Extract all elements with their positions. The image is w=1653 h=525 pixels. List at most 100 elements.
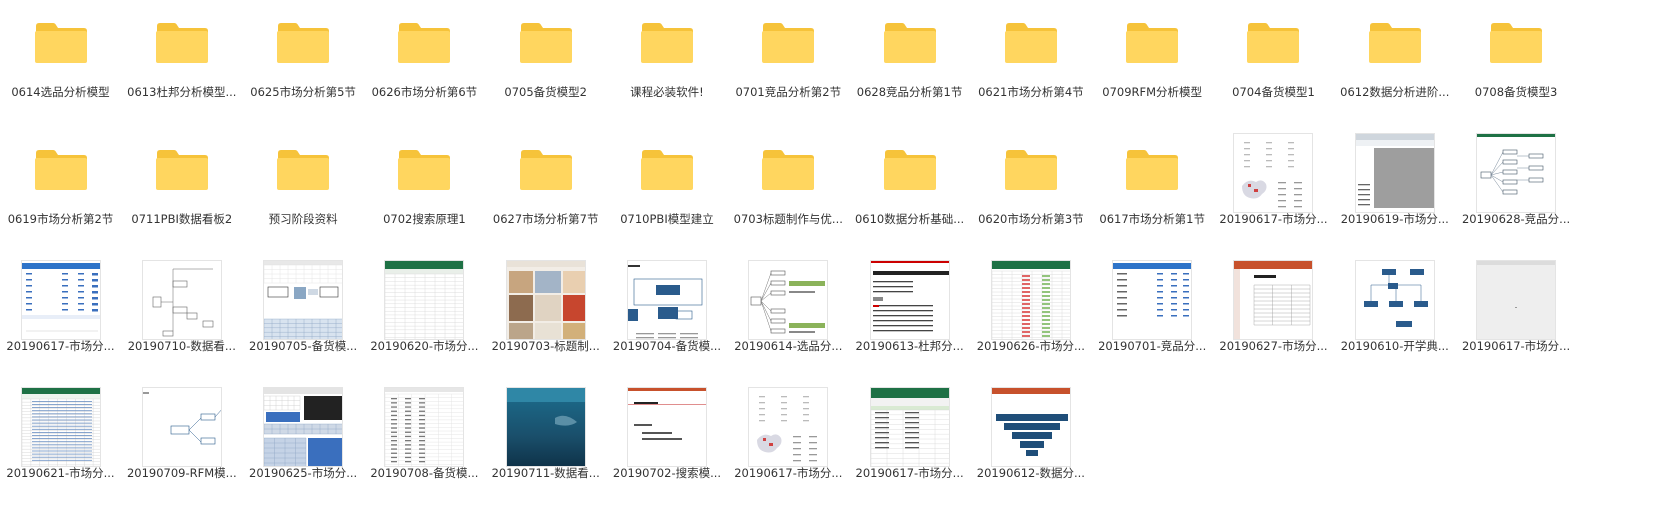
item-label: 0625市场分析第5节 (250, 85, 356, 99)
folder-item[interactable]: 0708备货模型3 (1456, 6, 1577, 133)
file-thumbnail (869, 387, 950, 467)
folder-item[interactable]: 0617市场分析第1节 (1092, 133, 1213, 260)
folder-icon (34, 22, 88, 64)
item-label: 20190705-备货模... (249, 339, 358, 353)
item-thumbnail-area (243, 133, 364, 213)
folder-icon (519, 149, 573, 191)
file-item[interactable]: 20190702-搜索模... (606, 387, 727, 514)
item-thumbnail-area (121, 387, 242, 467)
folder-item[interactable]: 0704备货模型1 (1213, 6, 1334, 133)
item-thumbnail-area (1092, 133, 1213, 213)
file-thumbnail (626, 260, 707, 340)
item-label: 0621市场分析第4节 (978, 85, 1084, 99)
file-item[interactable]: 20190628-竞品分... (1456, 133, 1577, 260)
file-item[interactable]: 20190710-数据看... (121, 260, 242, 387)
folder-item[interactable]: 0703标题制作与优... (728, 133, 849, 260)
file-item[interactable]: 20190612-数据分... (970, 387, 1091, 514)
folder-item[interactable]: 0628竞品分析第1节 (849, 6, 970, 133)
file-item[interactable]: 20190621-市场分... (0, 387, 121, 514)
file-thumbnail (1233, 133, 1314, 213)
folder-item[interactable]: 0701竞品分析第2节 (728, 6, 849, 133)
folder-icon (761, 22, 815, 64)
file-item[interactable]: 20190617-市场分... (728, 387, 849, 514)
folder-item[interactable]: 0626市场分析第6节 (364, 6, 485, 133)
item-label: 20190617-市场分... (1219, 212, 1328, 226)
folder-item[interactable]: 0709RFM分析模型 (1092, 6, 1213, 133)
file-item[interactable]: 20190705-备货模... (243, 260, 364, 387)
folder-item[interactable]: 0625市场分析第5节 (243, 6, 364, 133)
item-thumbnail-area (1334, 6, 1455, 86)
item-thumbnail-area (485, 133, 606, 213)
file-item[interactable]: 20190626-市场分... (970, 260, 1091, 387)
folder-icon (640, 22, 694, 64)
item-thumbnail-area (1456, 6, 1577, 86)
folder-item[interactable]: 预习阶段资料 (243, 133, 364, 260)
item-label: 20190627-市场分... (1219, 339, 1328, 353)
item-thumbnail-area (606, 260, 727, 340)
folder-item[interactable]: 课程必装软件! (606, 6, 727, 133)
file-thumbnail (263, 387, 344, 467)
item-label: 0620市场分析第3节 (978, 212, 1084, 226)
file-item[interactable]: 20190708-备货模... (364, 387, 485, 514)
item-label: 20190628-竞品分... (1461, 212, 1571, 226)
folder-item[interactable]: 0614选品分析模型 (0, 6, 121, 133)
item-label: 0612数据分析进阶... (1340, 85, 1450, 99)
file-item[interactable]: 20190619-市场分... (1334, 133, 1455, 260)
item-label: 20190610-开学典... (1340, 339, 1449, 353)
item-label: 0619市场分析第2节 (7, 212, 114, 226)
folder-icon (276, 22, 330, 64)
item-thumbnail-area (1213, 133, 1334, 213)
file-item[interactable]: 20190614-选品分... (728, 260, 849, 387)
item-thumbnail-area (1092, 6, 1213, 86)
folder-item[interactable]: 0620市场分析第3节 (970, 133, 1091, 260)
folder-item[interactable]: 0710PBI模型建立 (606, 133, 727, 260)
file-item[interactable]: 20190617-市场分... (1456, 260, 1577, 387)
file-item[interactable]: 20190620-市场分... (364, 260, 485, 387)
item-label: 20190617-市场分... (1461, 339, 1571, 353)
file-item[interactable]: 20190704-备货模... (606, 260, 727, 387)
folder-item[interactable]: 0711PBI数据看板2 (121, 133, 242, 260)
folder-item[interactable]: 0613杜邦分析模型... (121, 6, 242, 133)
file-item[interactable]: 20190711-数据看... (485, 387, 606, 514)
item-thumbnail-area (849, 133, 970, 213)
folder-item[interactable]: 0627市场分析第7节 (485, 133, 606, 260)
file-item[interactable]: 20190617-市场分... (0, 260, 121, 387)
folder-icon (1125, 149, 1179, 191)
folder-icon (1004, 149, 1058, 191)
item-thumbnail-area (970, 133, 1091, 213)
item-thumbnail-area (364, 6, 485, 86)
item-thumbnail-area (0, 6, 121, 86)
folder-item[interactable]: 0612数据分析进阶... (1334, 6, 1455, 133)
folder-item[interactable]: 0702搜索原理1 (364, 133, 485, 260)
folder-item[interactable]: 0621市场分析第4节 (970, 6, 1091, 133)
item-label: 20190708-备货模... (370, 466, 479, 480)
folder-item[interactable]: 0610数据分析基础... (849, 133, 970, 260)
item-thumbnail-area (0, 387, 121, 467)
item-label: 20190617-市场分... (6, 339, 115, 353)
item-thumbnail-area (121, 133, 242, 213)
folder-icon (1368, 22, 1422, 64)
item-thumbnail-area (606, 387, 727, 467)
item-thumbnail-area (485, 387, 606, 467)
file-item[interactable]: 20190617-市场分... (849, 387, 970, 514)
folder-item[interactable]: 0705备货模型2 (485, 6, 606, 133)
item-thumbnail-area (121, 6, 242, 86)
file-item[interactable]: 20190627-市场分... (1213, 260, 1334, 387)
item-label: 20190709-RFM模... (126, 466, 237, 480)
file-item[interactable]: 20190709-RFM模... (121, 387, 242, 514)
item-label: 20190703-标题制... (491, 339, 600, 353)
file-thumbnail (748, 387, 829, 467)
file-item[interactable]: 20190610-开学典... (1334, 260, 1455, 387)
item-label: 0626市场分析第6节 (371, 85, 478, 99)
file-item[interactable]: 20190617-市场分... (1213, 133, 1334, 260)
folder-item[interactable]: 0619市场分析第2节 (0, 133, 121, 260)
folder-icon (640, 149, 694, 191)
file-thumbnail (384, 260, 465, 340)
file-item[interactable]: 20190703-标题制... (485, 260, 606, 387)
file-item[interactable]: 20190701-竞品分... (1092, 260, 1213, 387)
folder-icon (155, 149, 209, 191)
file-item[interactable]: 20190613-杜邦分... (849, 260, 970, 387)
item-thumbnail-area (606, 6, 727, 86)
item-label: 20190619-市场分... (1340, 212, 1449, 226)
file-item[interactable]: 20190625-市场分... (243, 387, 364, 514)
